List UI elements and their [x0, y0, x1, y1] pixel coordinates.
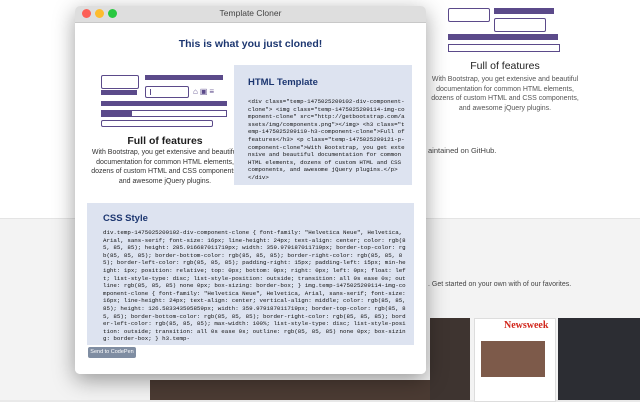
window-title: Template Cloner [219, 8, 282, 18]
html-template-title: HTML Template [248, 77, 318, 88]
title-bar[interactable]: Template Cloner [75, 6, 426, 23]
send-to-codepen-button[interactable]: Send to CodePen [88, 347, 136, 358]
template-cloner-window: Template Cloner This is what you just cl… [75, 6, 426, 374]
newsweek-logo: Newsweek [504, 320, 549, 331]
feature-description: With Bootstrap, you get extensive and be… [91, 149, 239, 185]
home-icon: ⌂ [193, 87, 200, 96]
background-thumbnail[interactable] [558, 318, 640, 400]
background-components-illustration [448, 8, 560, 54]
menu-icon: ≡ [209, 87, 217, 96]
components-illustration: ⌂▣≡ [101, 75, 229, 127]
css-style-panel: CSS Style div.temp-1475025209102-div-com… [87, 203, 414, 345]
css-style-title: CSS Style [103, 213, 148, 224]
html-template-code[interactable]: <div class="temp-1475025209102-div-compo… [248, 98, 406, 180]
page-title: This is what you just cloned! [178, 38, 323, 50]
cart-icon: ▣ [199, 87, 210, 96]
background-thumbnail[interactable] [430, 318, 470, 400]
background-feature-title: Full of features [470, 60, 540, 72]
background-thumbnail-photo [481, 341, 545, 377]
feature-title: Full of features [127, 135, 203, 147]
background-get-started-text: . Get started on your own with of our fa… [428, 281, 572, 288]
window-content: This is what you just cloned! ⌂▣≡ Full o… [75, 23, 426, 374]
html-template-panel: HTML Template <div class="temp-147502520… [234, 65, 412, 185]
background-feature-desc: With Bootstrap, you get extensive and be… [431, 76, 579, 112]
background-image-strip [150, 380, 430, 400]
illustration-icons: ⌂▣≡ [193, 87, 227, 97]
background-github-text: aintained on GitHub. [428, 146, 497, 155]
css-style-code[interactable]: div.temp-1475025209102-div-component-clo… [103, 229, 408, 343]
